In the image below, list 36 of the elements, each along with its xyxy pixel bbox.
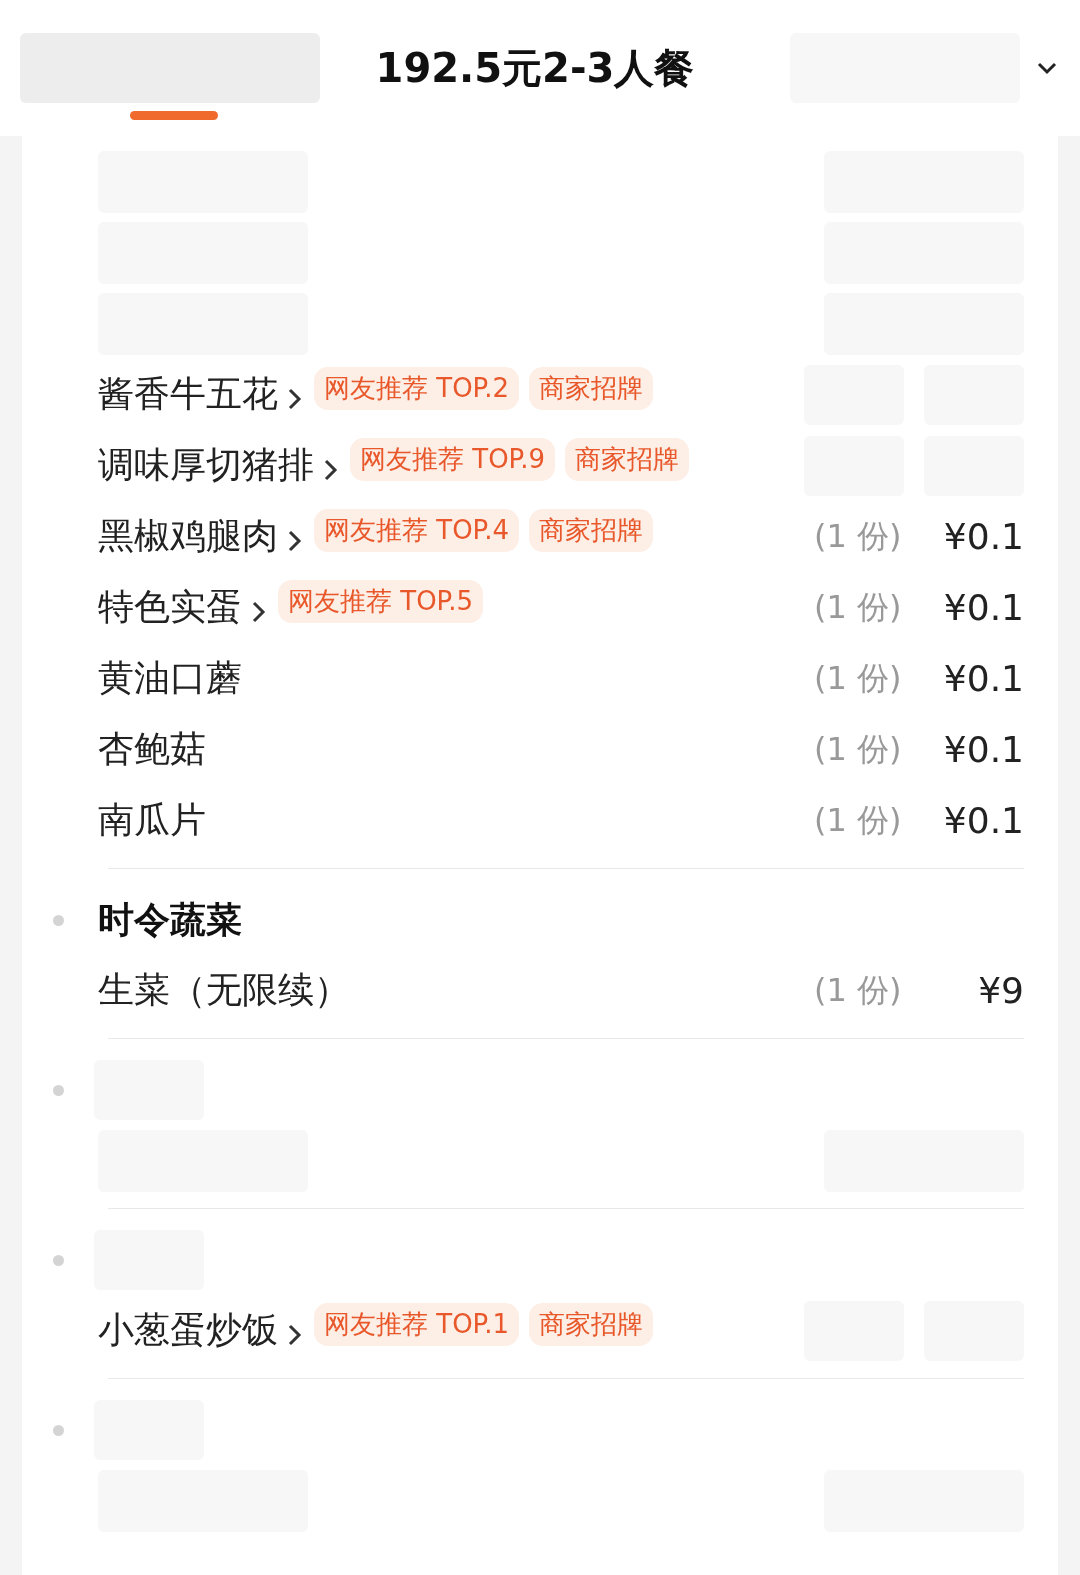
dish-name: 酱香牛五花 xyxy=(98,372,278,416)
price-text: ¥0.1 xyxy=(942,729,1024,770)
dish-name: 特色实蛋 xyxy=(98,585,242,629)
dish-name: 黄油口蘑 xyxy=(98,656,242,700)
price-text: ¥0.1 xyxy=(942,516,1024,557)
quantity-text: (1 份) xyxy=(814,799,903,841)
dish-name: 生菜（无限续） xyxy=(98,968,350,1012)
tab-title[interactable]: 192.5元2-3人餐 xyxy=(375,40,695,96)
category-heading: 时令蔬菜 xyxy=(98,897,242,942)
dish-tag: 商家招牌 xyxy=(529,1303,654,1346)
dish-tag: 商家招牌 xyxy=(565,438,690,481)
quantity-text: (1 份) xyxy=(814,728,903,770)
dish-name: 小葱蛋炒饭 xyxy=(98,1308,278,1352)
dish-tag: 商家招牌 xyxy=(529,509,654,552)
dish-tag: 网友推荐 TOP.4 xyxy=(314,509,520,552)
price-text: ¥0.1 xyxy=(942,800,1024,841)
dish-name: 调味厚切猪排 xyxy=(98,443,314,487)
bullet-dot xyxy=(53,1085,64,1096)
price-text: ¥0.1 xyxy=(942,658,1024,699)
quantity-text: (1 份) xyxy=(814,586,903,628)
dish-tag: 商家招牌 xyxy=(529,367,654,410)
price-text: ¥0.1 xyxy=(942,587,1024,628)
dish-name: 杏鲍菇 xyxy=(98,727,206,771)
price-text: ¥9 xyxy=(977,970,1024,1011)
dish-name: 南瓜片 xyxy=(98,798,206,842)
dish-name: 黑椒鸡腿肉 xyxy=(98,514,278,558)
bullet-dot xyxy=(53,915,64,926)
dish-tag: 网友推荐 TOP.9 xyxy=(350,438,556,481)
quantity-text: (1 份) xyxy=(814,657,903,699)
dish-tag: 网友推荐 TOP.5 xyxy=(278,580,484,623)
quantity-text: (1 份) xyxy=(814,969,903,1011)
bullet-dot xyxy=(53,1255,64,1266)
dish-tag: 网友推荐 TOP.1 xyxy=(314,1303,520,1346)
bullet-dot xyxy=(53,1425,64,1436)
quantity-text: (1 份) xyxy=(814,515,903,557)
dish-tag: 网友推荐 TOP.2 xyxy=(314,367,520,410)
